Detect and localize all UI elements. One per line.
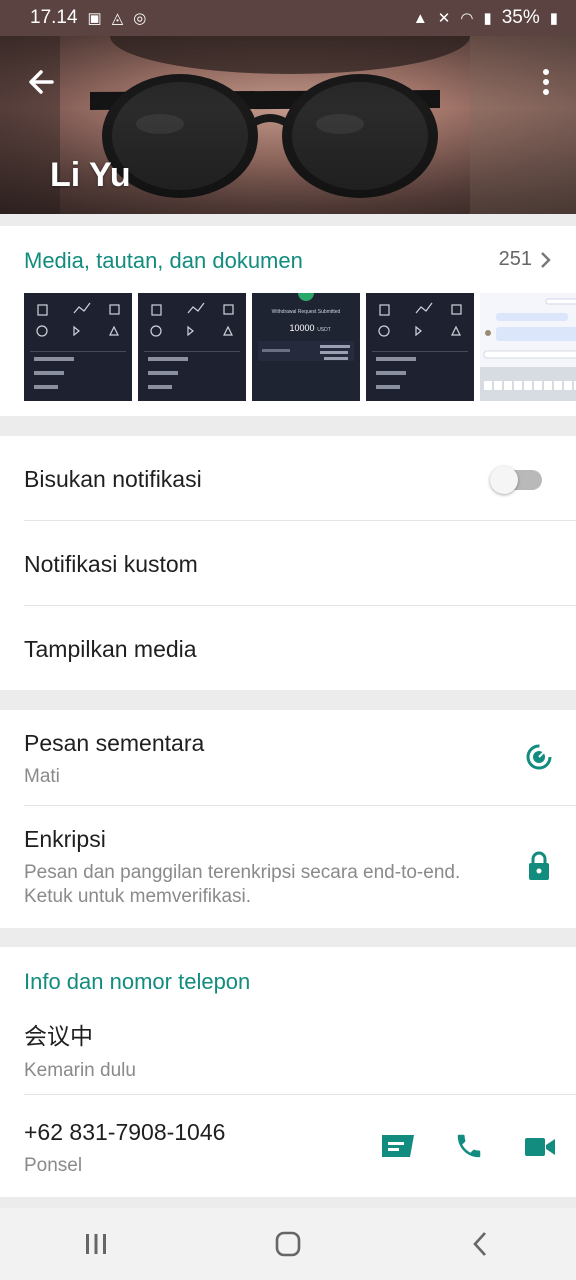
media-thumbnail[interactable] [480,293,576,401]
notification-section: Bisukan notifikasi Notifikasi kustom Tam… [0,436,576,690]
lock-icon [529,851,549,880]
more-vertical-icon [543,69,549,75]
media-thumbnails: Withdrawal Request Submitted 10000 USDT [24,293,576,401]
disappearing-messages-label: Pesan sementara [24,730,205,756]
system-back-button[interactable] [450,1214,510,1274]
signal-icon: ▮ [483,9,492,27]
recent-apps-icon [86,1234,106,1254]
battery-icon: ▮ [549,9,558,27]
app-notification-icon: ◬ [111,9,124,27]
system-navigation-bar [0,1208,576,1280]
video-icon[interactable] [524,1135,556,1159]
chevron-right-icon [541,251,551,268]
show-media-label: Tampilkan media [24,636,197,662]
contact-name: Li Yu [50,156,131,194]
mute-notifications-toggle[interactable] [490,466,542,494]
withdrawal-amount: 10000 [289,323,314,333]
media-section: Media, tautan, dan dokumen 251 Withdrawa… [0,226,576,416]
disappearing-messages-row[interactable]: Pesan sementara Mati [0,730,576,789]
battery-percent: 35% [501,7,540,28]
profile-header[interactable]: Li Yu [0,36,576,214]
gallery-notification-icon: ▣ [87,9,102,27]
media-thumbnail[interactable]: Withdrawal Request Submitted 10000 USDT [252,293,360,401]
disappearing-messages-value: Mati [24,766,60,787]
encryption-description: Pesan dan panggilan terenkripsi secara e… [24,862,461,907]
media-thumbnail[interactable] [24,293,132,401]
media-count-button[interactable]: 251 [499,248,552,271]
back-button[interactable] [24,64,60,100]
custom-notifications-label: Notifikasi kustom [24,551,198,577]
back-icon [473,1232,486,1256]
phone-type: Ponsel [24,1155,83,1176]
recent-apps-button[interactable] [66,1214,126,1274]
mute-icon: ✕ [437,9,451,27]
home-icon [275,1231,301,1257]
about-date: Kemarin dulu [24,1060,136,1081]
withdrawal-heading: Withdrawal Request Submitted [272,309,341,315]
media-thumbnail[interactable] [366,293,474,401]
withdrawal-unit: USDT [317,327,331,333]
instagram-notification-icon: ◎ [133,9,147,27]
message-icon[interactable] [380,1133,416,1161]
home-button[interactable] [258,1214,318,1274]
info-section: Info dan nomor telepon 会议中 Kemarin dulu … [0,947,576,1197]
more-options-button[interactable] [536,64,556,100]
media-count: 251 [498,248,532,270]
privacy-section: Pesan sementara Mati Enkripsi Pesan dan … [0,710,576,928]
show-media-row[interactable]: Tampilkan media [0,636,576,663]
phone-icon[interactable] [454,1131,484,1161]
status-bar: 17.14 ▣ ◬ ◎ ▲ ✕ ◠ ▮ 35% ▮ [0,0,576,36]
arrow-left-icon [29,70,54,94]
custom-notifications-row[interactable]: Notifikasi kustom [0,551,576,578]
encryption-row[interactable]: Enkripsi Pesan dan panggilan terenkripsi… [0,826,576,909]
about-text: 会议中 [24,1023,93,1049]
media-thumbnail[interactable] [138,293,246,401]
phone-row[interactable]: +62 831-7908-1046 Ponsel [0,1119,576,1178]
about-row[interactable]: 会议中 Kemarin dulu [0,1017,576,1083]
media-link[interactable]: Media, tautan, dan dokumen [24,248,303,274]
phone-number: +62 831-7908-1046 [24,1119,226,1145]
wifi-icon: ◠ [460,9,474,27]
battery-saver-icon: ▲ [412,9,428,27]
status-time: 17.14 [30,7,78,28]
encryption-label: Enkripsi [24,826,106,852]
timer-icon [526,744,552,770]
info-section-title: Info dan nomor telepon [24,969,251,994]
